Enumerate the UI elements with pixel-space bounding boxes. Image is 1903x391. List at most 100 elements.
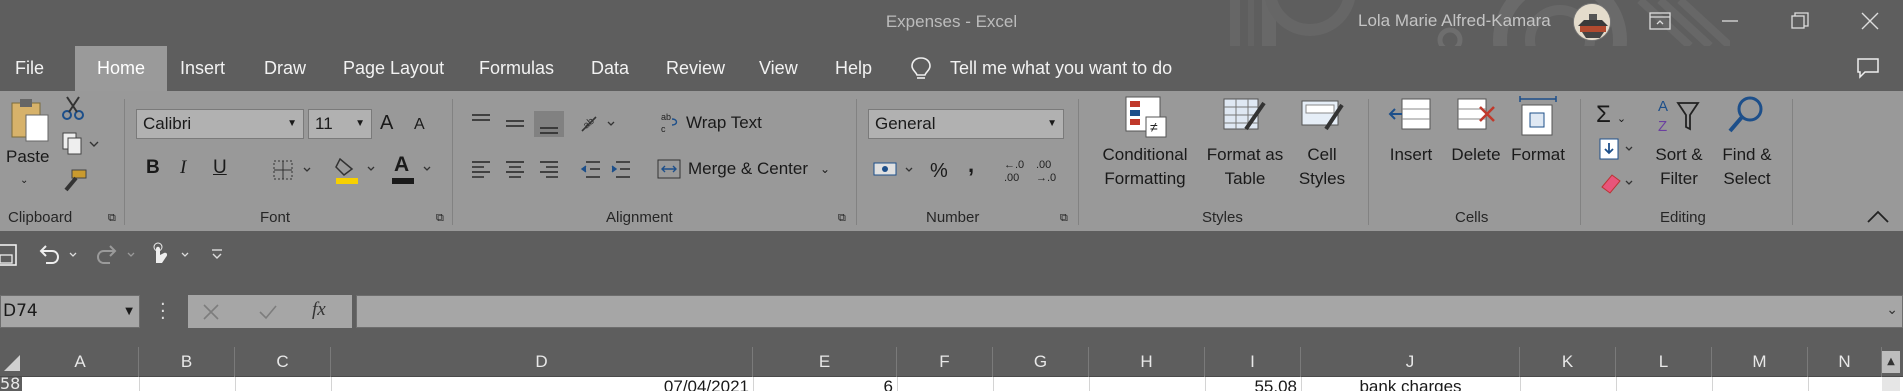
tab-help[interactable]: Help	[835, 46, 872, 91]
format-as-table-button[interactable]: Format as Table	[1202, 95, 1288, 205]
tab-formulas[interactable]: Formulas	[479, 46, 554, 91]
ribbon-display-options-button[interactable]	[1630, 0, 1690, 42]
wrap-text-button[interactable]: ab c Wrap Text	[660, 109, 762, 137]
alignment-dialog-launcher[interactable]: ⧉	[838, 212, 846, 225]
cell-j58[interactable]: bank charges	[1301, 377, 1520, 391]
number-format-value: General	[875, 114, 936, 133]
touch-mode-button[interactable]	[148, 241, 194, 271]
tab-draw[interactable]: Draw	[264, 46, 306, 91]
indent-icons[interactable]	[578, 159, 638, 181]
vertical-align-icons[interactable]	[470, 111, 590, 137]
user-avatar[interactable]	[1573, 3, 1611, 41]
tab-review[interactable]: Review	[666, 46, 725, 91]
font-name-dropdown[interactable]: Calibri ▼	[136, 109, 304, 139]
percent-style-button[interactable]: %	[930, 159, 948, 183]
cell-styles-button[interactable]: Cell Styles	[1290, 95, 1354, 205]
tab-data[interactable]: Data	[591, 46, 629, 91]
autosum-button[interactable]: Σ ⌄	[1596, 101, 1626, 129]
column-header-m[interactable]: M	[1712, 347, 1808, 377]
wrap-text-label: Wrap Text	[686, 113, 762, 132]
column-header-k[interactable]: K	[1520, 347, 1616, 377]
number-dialog-launcher[interactable]: ⧉	[1060, 212, 1068, 225]
cell-i58[interactable]: 55.08	[1205, 377, 1297, 391]
formula-bar-options[interactable]: · · ·	[160, 296, 166, 328]
chevron-down-icon: ▼	[1047, 118, 1057, 129]
column-header-e[interactable]: E	[753, 347, 897, 377]
font-dialog-launcher[interactable]: ⧉	[436, 212, 444, 225]
orientation-button[interactable]: ab	[580, 113, 620, 140]
scroll-up-button[interactable]: ▲	[1882, 351, 1900, 373]
fill-color-button[interactable]	[334, 155, 380, 190]
conditional-formatting-button[interactable]: ≠ Conditional Formatting	[1090, 95, 1200, 205]
insert-function-button[interactable]: fx	[312, 299, 326, 321]
cancel-icon[interactable]	[202, 303, 220, 321]
clear-button[interactable]	[1598, 171, 1638, 200]
minimize-button[interactable]	[1700, 0, 1760, 42]
italic-button[interactable]: I	[180, 156, 186, 180]
customize-qat-button[interactable]	[210, 247, 224, 266]
row-header[interactable]: 58	[0, 377, 22, 391]
cell-e58[interactable]: 6	[753, 377, 893, 391]
underline-button[interactable]: U	[213, 156, 227, 180]
grow-font-button[interactable]: A	[380, 111, 393, 135]
column-header-b[interactable]: B	[139, 347, 235, 377]
bold-button[interactable]: B	[146, 156, 160, 180]
accounting-format-button[interactable]	[872, 159, 918, 186]
restore-button[interactable]	[1770, 0, 1830, 42]
comments-button[interactable]	[1856, 57, 1880, 83]
column-header-g[interactable]: G	[993, 347, 1089, 377]
redo-button[interactable]	[94, 243, 140, 271]
formula-input[interactable]: ⌄	[356, 295, 1903, 328]
column-header-n[interactable]: N	[1808, 347, 1882, 377]
undo-button[interactable]	[36, 243, 82, 271]
cell-d58[interactable]: 07/04/2021	[331, 377, 749, 391]
expand-formula-bar-icon[interactable]: ⌄	[1886, 302, 1898, 318]
collapse-ribbon-button[interactable]	[1866, 209, 1890, 230]
tab-home[interactable]: Home	[75, 46, 168, 91]
delete-cells-button[interactable]: Delete	[1444, 95, 1508, 205]
column-header-j[interactable]: J	[1301, 347, 1520, 377]
ribbon-home: Paste ⌄ Clipboard ⧉ Calibri ▼ 11 ▼ A A B I…	[0, 91, 1903, 231]
horizontal-align-icons[interactable]	[470, 159, 570, 181]
comma-style-button[interactable]: ,	[968, 153, 974, 177]
sort-filter-button[interactable]: AZ Sort & Filter	[1644, 95, 1714, 205]
column-header-a[interactable]: A	[22, 347, 139, 377]
clipboard-dialog-launcher[interactable]: ⧉	[108, 212, 116, 225]
cell-styles-label-1: Cell	[1307, 145, 1337, 164]
format-cells-button[interactable]: Format	[1508, 95, 1568, 205]
shrink-font-button[interactable]: A	[414, 113, 425, 137]
borders-button[interactable]	[272, 159, 316, 186]
column-header-h[interactable]: H	[1089, 347, 1205, 377]
font-size-dropdown[interactable]: 11 ▼	[308, 109, 372, 139]
font-color-button[interactable]: A	[390, 153, 436, 190]
column-header-d[interactable]: D	[331, 347, 753, 377]
enter-check-icon[interactable]	[258, 303, 278, 321]
column-header-f[interactable]: F	[897, 347, 993, 377]
find-select-label-1: Find &	[1722, 145, 1772, 164]
name-box[interactable]: D74 ▼	[0, 295, 140, 328]
column-header-l[interactable]: L	[1616, 347, 1712, 377]
tab-insert[interactable]: Insert	[180, 46, 225, 91]
touch-mouse-icon	[153, 242, 189, 263]
cut-button[interactable]	[60, 95, 86, 126]
merge-center-button[interactable]: Merge & Center ⌄	[656, 155, 830, 183]
column-header-i[interactable]: I	[1205, 347, 1301, 377]
user-name[interactable]: Lola Marie Alfred-Kamara	[1358, 11, 1551, 31]
save-button[interactable]	[0, 243, 20, 271]
tab-view[interactable]: View	[759, 46, 798, 91]
format-painter-button[interactable]	[62, 168, 88, 199]
find-select-button[interactable]: Find & Select	[1712, 95, 1782, 205]
vertical-scrollbar[interactable]	[1882, 377, 1900, 391]
number-format-dropdown[interactable]: General ▼	[868, 109, 1064, 139]
fill-button[interactable]	[1598, 137, 1638, 166]
paste-button[interactable]: Paste ⌄	[2, 95, 52, 205]
close-button[interactable]	[1840, 0, 1900, 42]
tab-file[interactable]: File	[15, 46, 44, 91]
tell-me-search[interactable]: Tell me what you want to do	[910, 46, 1172, 91]
column-header-c[interactable]: C	[235, 347, 331, 377]
tab-page-layout[interactable]: Page Layout	[343, 46, 444, 91]
insert-cells-button[interactable]: Insert	[1380, 95, 1442, 205]
decimal-buttons[interactable]: ←.0.00 .00→.0	[1000, 157, 1066, 185]
select-all-button[interactable]	[0, 351, 22, 373]
copy-button[interactable]	[60, 131, 100, 162]
